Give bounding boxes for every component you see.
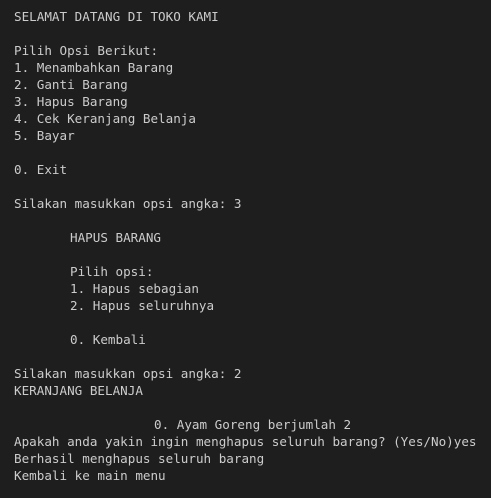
success-message: Berhasil menghapus seluruh barang — [14, 451, 265, 466]
menu-option-2: 2. Ganti Barang — [14, 77, 128, 92]
menu-option-4: 4. Cek Keranjang Belanja — [14, 111, 196, 126]
menu-option-exit: 0. Exit — [14, 162, 68, 177]
menu-prompt: Pilih Opsi Berikut: — [14, 43, 159, 58]
cart-header: KERANJANG BELANJA — [14, 383, 143, 398]
cart-item: 0. Ayam Goreng berjumlah 2 — [154, 417, 352, 432]
return-message: Kembali ke main menu — [14, 468, 166, 483]
submenu-option-back: 0. Kembali — [70, 332, 146, 347]
submenu-option-2: 2. Hapus seluruhnya — [70, 298, 215, 313]
input-prompt-main: Silakan masukkan opsi angka: 3 — [14, 196, 242, 211]
confirm-prompt: Apakah anda yakin ingin menghapus seluru… — [14, 434, 477, 449]
menu-option-3: 3. Hapus Barang — [14, 94, 128, 109]
terminal-output[interactable]: SELAMAT DATANG DI TOKO KAMI Pilih Opsi B… — [0, 0, 491, 498]
submenu-title: HAPUS BARANG — [70, 230, 161, 245]
input-prompt-submenu: Silakan masukkan opsi angka: 2 — [14, 366, 242, 381]
menu-option-5: 5. Bayar — [14, 128, 75, 143]
submenu-option-1: 1. Hapus sebagian — [70, 281, 199, 296]
menu-option-1: 1. Menambahkan Barang — [14, 60, 174, 75]
welcome-header: SELAMAT DATANG DI TOKO KAMI — [14, 9, 219, 24]
submenu-prompt: Pilih opsi: — [70, 264, 154, 279]
